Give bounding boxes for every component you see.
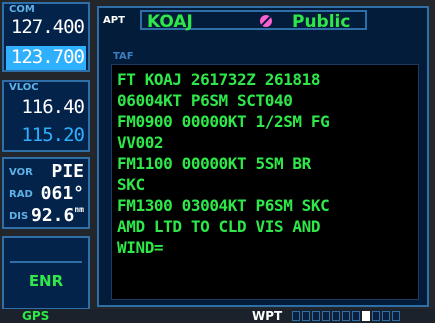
page-segment	[382, 311, 390, 321]
com-panel[interactable]: COM 127.400 123.700	[2, 2, 90, 72]
vloc-active-frequency: 116.40	[21, 96, 85, 118]
taf-title: TAF	[113, 51, 134, 62]
mode-panel: ENR	[2, 236, 90, 310]
page-segment	[372, 311, 380, 321]
taf-line: AMD LTD TO CLD VIS AND	[117, 217, 321, 236]
distance-value: 92.6nm	[31, 205, 84, 226]
page-segment	[392, 311, 400, 321]
page-header: APT KOAJ Public	[99, 8, 427, 34]
com-standby-frequency: 123.700	[10, 46, 85, 68]
distance-unit: nm	[74, 205, 84, 214]
taf-text-box[interactable]: FT KOAJ 261732Z 261818 06004KT P6SM SCT0…	[111, 64, 419, 300]
taf-line: WIND=	[117, 238, 164, 257]
taf-line: VV002	[117, 133, 164, 152]
gps-mode-label: GPS	[22, 309, 50, 323]
waypoint-type-label: APT	[103, 15, 125, 26]
taf-line: FT KOAJ 261732Z 261818	[117, 70, 321, 89]
taf-line: FM0900 00000KT 1/2SM FG	[117, 112, 330, 131]
gps-screen: COM 127.400 123.700 VLOC 116.40 115.20 V…	[0, 0, 435, 323]
military-airport-icon	[260, 15, 272, 27]
frequency-column: COM 127.400 123.700 VLOC 116.40 115.20 V…	[0, 0, 95, 310]
radial-label: RAD	[9, 189, 33, 200]
vor-ident-row: VOR PIE	[9, 161, 84, 185]
page-segment	[352, 311, 360, 321]
distance-number: 92.6	[31, 205, 75, 226]
com-label: COM	[9, 4, 35, 15]
distance-row: DIS 92.6nm	[9, 205, 84, 229]
page-segment	[322, 311, 330, 321]
airport-type: Public	[292, 12, 351, 32]
mode-label: ENR	[28, 272, 64, 290]
page-segment-active	[362, 311, 370, 321]
vor-ident: PIE	[51, 161, 84, 182]
page-segment	[302, 311, 310, 321]
taf-line: FM1100 00000KT 5SM BR	[117, 154, 311, 173]
identifier-field[interactable]: KOAJ Public	[140, 10, 367, 32]
vloc-standby-box[interactable]: 115.20	[6, 124, 86, 148]
status-bar: GPS WPT	[0, 309, 435, 323]
radial-row: RAD 061°	[9, 183, 84, 207]
vloc-label: VLOC	[9, 82, 39, 93]
vor-label: VOR	[9, 167, 33, 178]
page-segment	[332, 311, 340, 321]
page-segment	[312, 311, 320, 321]
com-active-frequency: 127.400	[10, 16, 85, 38]
mode-divider	[10, 261, 82, 263]
airport-identifier: KOAJ	[147, 12, 193, 32]
waypoint-page: APT KOAJ Public TAF FT KOAJ 261732Z 2618…	[97, 6, 429, 307]
distance-label: DIS	[9, 211, 29, 222]
vor-panel: VOR PIE RAD 061° DIS 92.6nm	[2, 157, 90, 229]
taf-line: FM1300 03004KT P6SM SKC	[117, 196, 330, 215]
radial-value: 061°	[40, 183, 84, 204]
page-group-label: WPT	[252, 309, 283, 323]
taf-line: SKC	[117, 175, 145, 194]
com-standby-box[interactable]: 123.700	[6, 46, 86, 70]
page-segment	[342, 311, 350, 321]
vloc-panel[interactable]: VLOC 116.40 115.20	[2, 80, 90, 152]
page-indicator	[292, 311, 422, 321]
taf-line: 06004KT P6SM SCT040	[117, 91, 293, 110]
page-segment	[292, 311, 300, 321]
vloc-standby-frequency: 115.20	[21, 124, 85, 146]
